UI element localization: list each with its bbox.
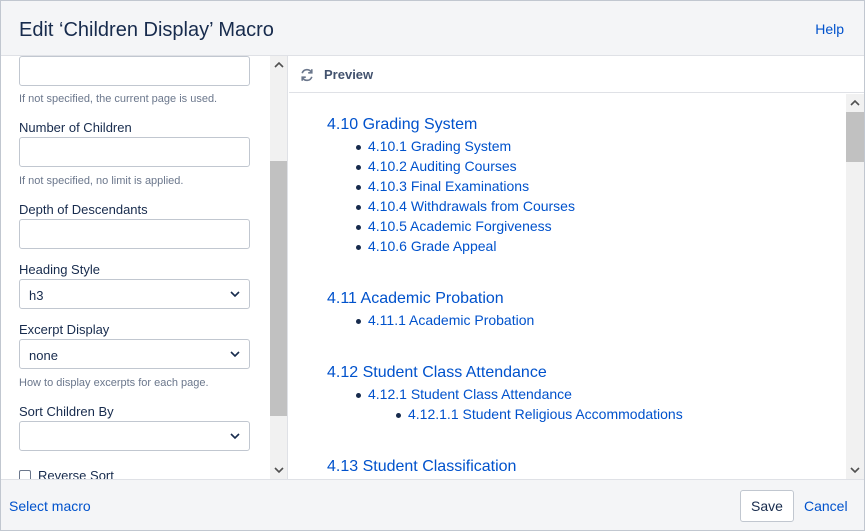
parameters-scrollbar[interactable] <box>270 56 287 479</box>
excerpt-display-label: Excerpt Display <box>19 322 110 337</box>
child-page-heading[interactable]: 4.10 Grading System <box>327 116 477 134</box>
preview-body: 4.10 Grading System 4.10.1 Grading Syste… <box>289 94 846 479</box>
parameters-scrollbar-thumb[interactable] <box>270 161 287 416</box>
sort-children-by-label: Sort Children By <box>19 404 114 419</box>
parent-page-input[interactable] <box>19 56 250 86</box>
child-page-link[interactable]: 4.12.1 Student Class Attendance <box>368 386 572 402</box>
bullet <box>396 413 401 418</box>
preview-scrollbar-thumb[interactable] <box>846 112 864 162</box>
reverse-sort-row[interactable]: Reverse Sort <box>19 468 219 479</box>
reverse-sort-label: Reverse Sort <box>38 468 114 479</box>
child-page-heading[interactable]: 4.11 Academic Probation <box>327 290 504 308</box>
depth-of-descendants-input[interactable] <box>19 219 250 249</box>
preview-panel: Preview 4.10 Grading System 4.10.1 Gradi… <box>289 56 864 479</box>
child-page-heading[interactable]: 4.12 Student Class Attendance <box>327 364 547 382</box>
chevron-down-icon <box>230 433 240 440</box>
parent-page-help: If not specified, the current page is us… <box>19 93 218 105</box>
depth-of-descendants-label: Depth of Descendants <box>19 202 148 217</box>
chevron-down-icon <box>230 351 240 358</box>
bullet <box>356 145 361 150</box>
bullet <box>356 165 361 170</box>
child-page-link[interactable]: 4.10.4 Withdrawals from Courses <box>368 198 575 214</box>
number-of-children-input[interactable] <box>19 137 250 167</box>
reverse-sort-checkbox[interactable] <box>19 470 31 479</box>
number-of-children-label: Number of Children <box>19 120 132 135</box>
dialog-title: Edit ‘Children Display’ Macro <box>19 19 274 41</box>
child-page-link[interactable]: 4.10.6 Grade Appeal <box>368 238 496 254</box>
macro-parameters-panel: If not specified, the current page is us… <box>1 56 288 479</box>
scroll-up-icon[interactable] <box>850 98 860 108</box>
preview-scrollbar[interactable] <box>846 94 864 479</box>
child-page-link[interactable]: 4.10.3 Final Examinations <box>368 178 529 194</box>
dialog-footer: Select macro Save Cancel <box>1 479 864 530</box>
child-page-link[interactable]: 4.10.2 Auditing Courses <box>368 158 517 174</box>
save-button[interactable]: Save <box>740 490 794 522</box>
macro-dialog: Edit ‘Children Display’ Macro Help If no… <box>0 0 865 531</box>
bullet <box>356 245 361 250</box>
scroll-up-icon[interactable] <box>274 60 284 70</box>
excerpt-display-value: none <box>29 348 58 363</box>
bullet <box>356 393 361 398</box>
preview-header: Preview <box>289 56 864 93</box>
chevron-down-icon <box>230 291 240 298</box>
bullet <box>356 319 361 324</box>
heading-style-label: Heading Style <box>19 262 100 277</box>
child-page-link[interactable]: 4.10.5 Academic Forgiveness <box>368 218 552 234</box>
sort-children-by-select[interactable] <box>19 421 250 451</box>
number-of-children-help: If not specified, no limit is applied. <box>19 175 184 187</box>
excerpt-display-help: How to display excerpts for each page. <box>19 377 209 389</box>
bullet <box>356 205 361 210</box>
dialog-header: Edit ‘Children Display’ Macro Help <box>1 1 864 56</box>
help-link[interactable]: Help <box>815 21 844 37</box>
bullet <box>356 185 361 190</box>
scroll-down-icon[interactable] <box>274 465 284 475</box>
child-page-link[interactable]: 4.11.1 Academic Probation <box>368 312 534 328</box>
refresh-icon[interactable] <box>299 67 315 83</box>
excerpt-display-select[interactable]: none <box>19 339 250 369</box>
child-page-heading[interactable]: 4.13 Student Classification <box>327 458 516 476</box>
preview-title: Preview <box>324 67 374 82</box>
cancel-link[interactable]: Cancel <box>804 498 848 514</box>
select-macro-link[interactable]: Select macro <box>9 498 91 514</box>
bullet <box>356 225 361 230</box>
scroll-down-icon[interactable] <box>850 465 860 475</box>
heading-style-value: h3 <box>29 288 44 303</box>
heading-style-select[interactable]: h3 <box>19 279 250 309</box>
child-page-link[interactable]: 4.12.1.1 Student Religious Accommodation… <box>408 406 683 422</box>
child-page-link[interactable]: 4.10.1 Grading System <box>368 138 511 154</box>
